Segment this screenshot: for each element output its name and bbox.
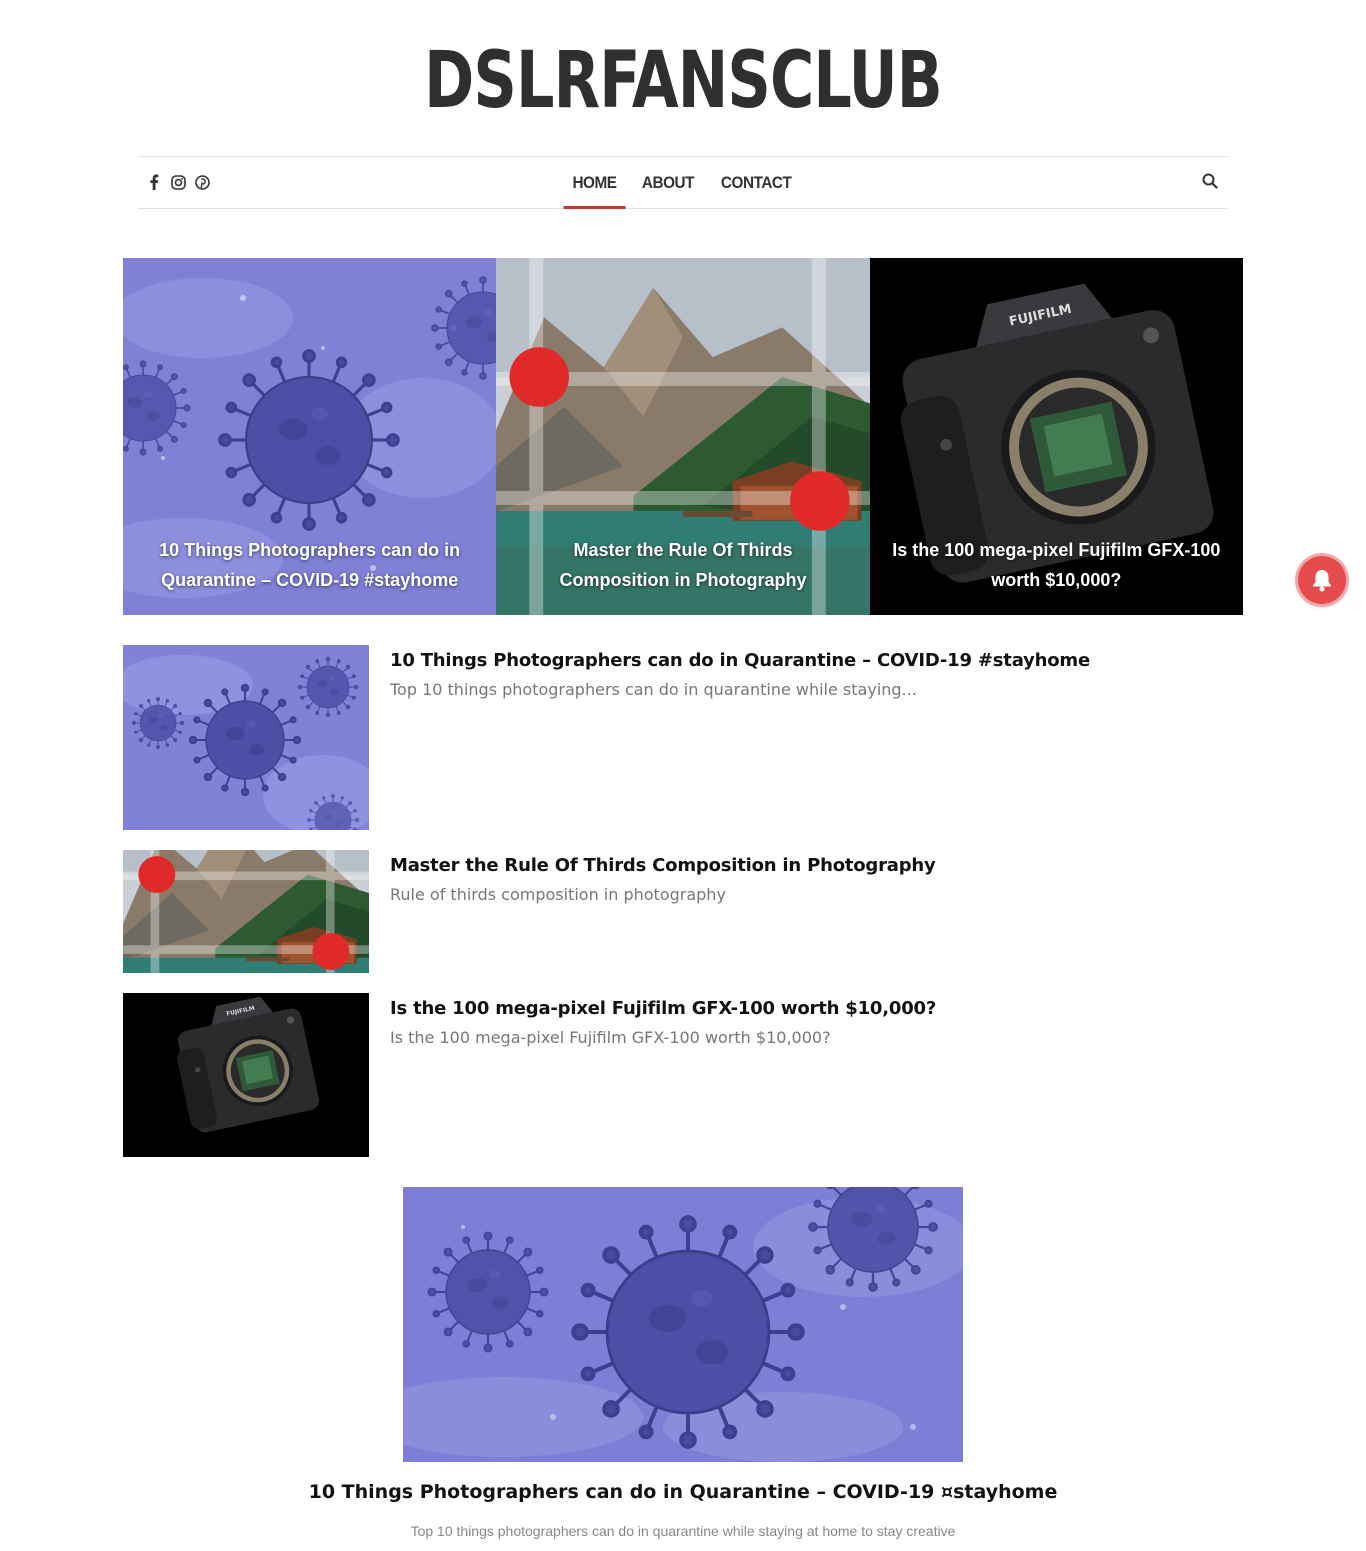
main-menu: HOME ABOUT CONTACT: [138, 157, 1228, 209]
post-thumbnail[interactable]: [123, 850, 369, 973]
post-title[interactable]: Is the 100 mega-pixel Fujifilm GFX-100 w…: [390, 998, 936, 1019]
slide-title[interactable]: Master the Rule Of Thirds Composition in…: [516, 535, 849, 595]
post-title[interactable]: Master the Rule Of Thirds Composition in…: [390, 855, 936, 876]
notification-bell-button[interactable]: [1298, 556, 1346, 604]
post-excerpt: Is the 100 mega-pixel Fujifilm GFX-100 w…: [390, 1028, 831, 1047]
slide-title[interactable]: 10 Things Photographers can do in Quaran…: [143, 535, 476, 595]
post-thumbnail[interactable]: [123, 645, 369, 830]
slide-rule-of-thirds[interactable]: Master the Rule Of Thirds Composition in…: [496, 258, 870, 615]
post-thumbnail[interactable]: [123, 993, 369, 1157]
nav-home[interactable]: HOME: [563, 157, 626, 209]
site-title[interactable]: DSLRFANSCLUB: [96, 36, 1271, 126]
nav-contact[interactable]: CONTACT: [712, 157, 801, 208]
search-icon[interactable]: [1202, 173, 1220, 191]
post-excerpt: Top 10 things photographers can do in qu…: [390, 680, 917, 699]
post-excerpt: Rule of thirds composition in photograph…: [390, 885, 726, 904]
main-navbar: HOME ABOUT CONTACT: [138, 156, 1228, 209]
list-item[interactable]: Master the Rule Of Thirds Composition in…: [123, 850, 1243, 973]
post-title[interactable]: 10 Things Photographers can do in Quaran…: [390, 650, 1090, 671]
slide-title[interactable]: Is the 100 mega-pixel Fujifilm GFX-100 w…: [890, 535, 1223, 595]
featured-excerpt: Top 10 things photographers can do in qu…: [410, 1523, 956, 1539]
featured-image[interactable]: [403, 1187, 963, 1462]
featured-slider: 10 Things Photographers can do in Quaran…: [123, 258, 1243, 615]
bell-icon: [1313, 570, 1331, 592]
slide-fujifilm[interactable]: Is the 100 mega-pixel Fujifilm GFX-100 w…: [869, 258, 1243, 615]
slide-quarantine[interactable]: 10 Things Photographers can do in Quaran…: [123, 258, 497, 615]
list-item[interactable]: 10 Things Photographers can do in Quaran…: [123, 645, 1243, 830]
featured-title[interactable]: 10 Things Photographers can do in Quaran…: [0, 1481, 1366, 1503]
nav-about[interactable]: ABOUT: [633, 157, 703, 208]
list-item[interactable]: Is the 100 mega-pixel Fujifilm GFX-100 w…: [123, 993, 1243, 1157]
